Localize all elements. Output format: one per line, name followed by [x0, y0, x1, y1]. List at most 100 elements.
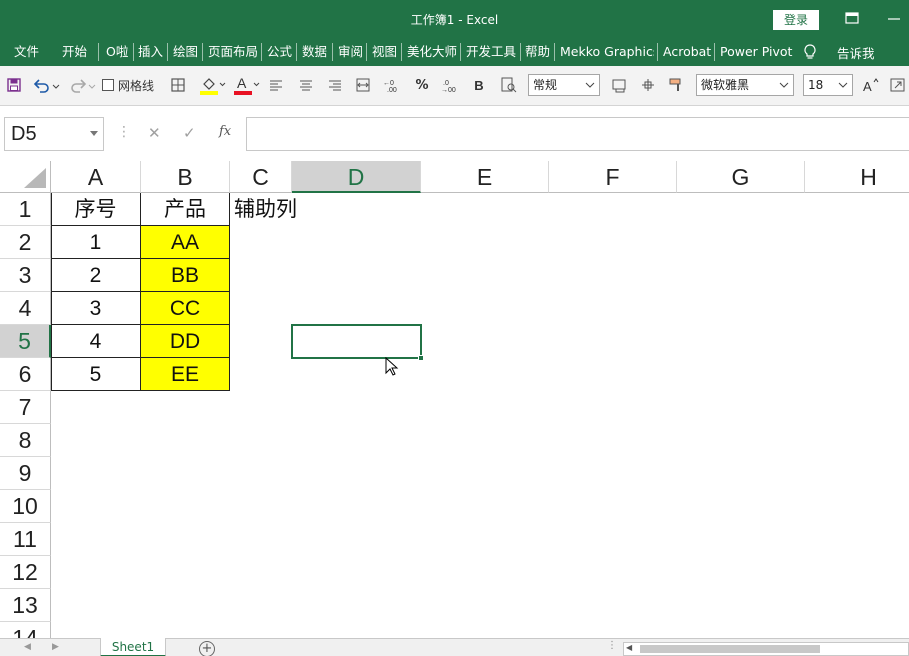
tab-split-grip-icon[interactable]: ⋮	[607, 640, 617, 651]
cell-a4[interactable]: 3	[51, 292, 141, 325]
cell-a3[interactable]: 2	[51, 259, 141, 292]
gridlines-checkbox[interactable]	[102, 79, 114, 91]
horizontal-scrollbar[interactable]: ◀	[623, 642, 909, 656]
align-right-icon[interactable]	[327, 74, 343, 96]
row-header-7[interactable]: 7	[0, 391, 51, 424]
select-all-corner[interactable]	[0, 161, 51, 193]
decrease-decimal-icon[interactable]: ←0 .00	[383, 74, 401, 96]
tab-help[interactable]: 帮助	[525, 38, 550, 66]
cell-a5[interactable]: 4	[51, 325, 141, 358]
tab-view[interactable]: 视图	[372, 38, 397, 66]
increase-decimal-icon[interactable]: .0 →00	[441, 74, 459, 96]
scroll-tabs-right-icon[interactable]: ▶	[52, 642, 59, 652]
redo-icon[interactable]	[68, 74, 96, 96]
insert-function-button[interactable]: fx	[219, 124, 231, 139]
fill-handle[interactable]	[418, 355, 424, 361]
column-header-h[interactable]: H	[805, 161, 909, 193]
bold-button[interactable]: B	[472, 74, 486, 96]
row-header-3[interactable]: 3	[0, 259, 51, 292]
row-header-6[interactable]: 6	[0, 358, 51, 391]
row-header-14[interactable]: 14	[0, 622, 51, 638]
anchor-icon[interactable]	[640, 74, 656, 96]
column-header-g[interactable]: G	[677, 161, 805, 193]
tab-data[interactable]: 数据	[302, 38, 327, 66]
confirm-entry-button[interactable]: ✓	[183, 124, 196, 142]
minimize-icon[interactable]	[882, 6, 906, 30]
worksheet-grid[interactable]: A B C D E F G H 1 2 3 4 5 6 7 8 9 10 11 …	[0, 161, 909, 638]
tab-draw[interactable]: 绘图	[173, 38, 198, 66]
cell-b4[interactable]: CC	[141, 292, 230, 325]
save-icon[interactable]	[6, 74, 22, 96]
format-painter-icon[interactable]	[668, 74, 686, 96]
cell-b6[interactable]: EE	[141, 358, 230, 391]
number-format-dropdown[interactable]: 常规	[528, 74, 600, 96]
selected-cell-d5[interactable]	[291, 324, 422, 359]
login-button[interactable]: 登录	[773, 10, 819, 30]
row-header-2[interactable]: 2	[0, 226, 51, 259]
cell-b2[interactable]: AA	[141, 226, 230, 259]
print-preview-icon[interactable]	[500, 74, 518, 96]
cancel-entry-button[interactable]: ✕	[148, 124, 161, 142]
expand-toolbar-icon[interactable]	[889, 74, 907, 96]
merge-center-icon[interactable]	[355, 74, 371, 96]
tab-ola[interactable]: O啦	[106, 38, 128, 66]
align-left-icon[interactable]	[268, 74, 284, 96]
row-header-4[interactable]: 4	[0, 292, 51, 325]
column-header-d[interactable]: D	[292, 161, 421, 193]
row-header-10[interactable]: 10	[0, 490, 51, 523]
tab-page-layout[interactable]: 页面布局	[208, 38, 258, 66]
tab-power-pivot[interactable]: Power Pivot	[720, 38, 792, 66]
gridlines-toggle[interactable]: 网格线	[102, 74, 162, 96]
scroll-tabs-left-icon[interactable]: ◀	[24, 642, 31, 652]
tab-review[interactable]: 审阅	[338, 38, 363, 66]
column-header-f[interactable]: F	[549, 161, 677, 193]
column-header-b[interactable]: B	[141, 161, 230, 193]
font-name-dropdown[interactable]: 微软雅黑	[696, 74, 794, 96]
font-color-icon[interactable]: A	[232, 74, 260, 96]
column-header-c[interactable]: C	[230, 161, 292, 193]
fill-color-icon[interactable]	[198, 74, 226, 96]
ribbon-display-icon[interactable]	[840, 6, 864, 30]
borders-icon[interactable]	[170, 74, 186, 96]
ribbon-tabs: 文件 开始 O啦 插入 绘图 页面布局 公式 数据 审阅 视图 美化大师 开发工…	[0, 38, 909, 66]
cell-a1[interactable]: 序号	[51, 193, 141, 226]
cell-a6[interactable]: 5	[51, 358, 141, 391]
sheet-tab-sheet1[interactable]: Sheet1	[100, 638, 166, 656]
name-box[interactable]: D5	[4, 117, 104, 151]
cell-b3[interactable]: BB	[141, 259, 230, 292]
row-header-8[interactable]: 8	[0, 424, 51, 457]
tab-formulas[interactable]: 公式	[267, 38, 292, 66]
row-header-11[interactable]: 11	[0, 523, 51, 556]
tab-mekko-graphics[interactable]: Mekko Graphics	[560, 38, 654, 66]
tab-home[interactable]: 开始	[62, 38, 87, 66]
font-size-dropdown[interactable]: 18	[803, 74, 853, 96]
tab-file[interactable]: 文件	[14, 38, 39, 66]
cell-b5[interactable]: DD	[141, 325, 230, 358]
svg-text:.00: .00	[387, 87, 397, 94]
align-center-icon[interactable]	[298, 74, 314, 96]
percent-style-button[interactable]: %	[414, 74, 430, 96]
screenshot-icon[interactable]	[611, 74, 629, 96]
cell-a2[interactable]: 1	[51, 226, 141, 259]
row-header-12[interactable]: 12	[0, 556, 51, 589]
chevron-down-icon[interactable]	[90, 131, 98, 137]
row-header-9[interactable]: 9	[0, 457, 51, 490]
scroll-left-icon[interactable]: ◀	[626, 643, 632, 652]
row-header-13[interactable]: 13	[0, 589, 51, 622]
row-header-1[interactable]: 1	[0, 193, 51, 226]
increase-font-size-icon[interactable]: A	[862, 74, 880, 96]
tab-acrobat[interactable]: Acrobat	[663, 38, 711, 66]
scrollbar-thumb[interactable]	[640, 645, 820, 653]
add-sheet-icon[interactable]: +	[199, 641, 215, 656]
cell-c1[interactable]: 辅助列	[230, 193, 320, 226]
formula-input[interactable]	[246, 117, 909, 151]
cell-b1[interactable]: 产品	[141, 193, 230, 226]
tell-me-search[interactable]: 告诉我	[803, 38, 875, 66]
tab-beautify[interactable]: 美化大师	[407, 38, 457, 66]
tab-developer[interactable]: 开发工具	[466, 38, 516, 66]
undo-icon[interactable]	[32, 74, 60, 96]
column-header-e[interactable]: E	[421, 161, 549, 193]
column-header-a[interactable]: A	[51, 161, 141, 193]
tab-insert[interactable]: 插入	[138, 38, 163, 66]
row-header-5[interactable]: 5	[0, 325, 51, 358]
